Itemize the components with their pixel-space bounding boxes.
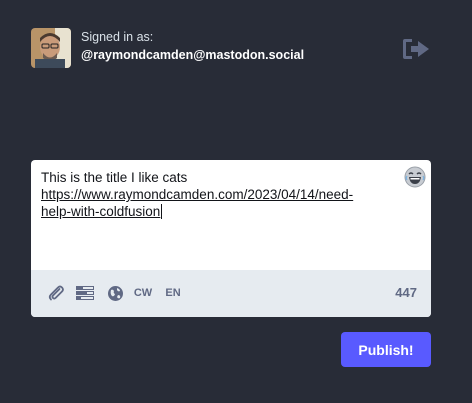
publish-button[interactable]: Publish!: [341, 332, 431, 367]
status-link-line-1[interactable]: https://www.raymondcamden.com/2023/04/14…: [41, 186, 383, 203]
laughing-emoji-icon[interactable]: [404, 166, 426, 188]
text-caret: [161, 204, 163, 219]
compose-toolbar: CW EN 447: [31, 270, 431, 317]
cw-label: CW: [133, 287, 153, 299]
status-link-line-2[interactable]: help-with-coldfusion: [41, 204, 160, 219]
sign-out-icon[interactable]: [401, 36, 431, 62]
language-label: EN: [165, 287, 181, 299]
status-text-line: This is the title I like cats: [41, 170, 188, 185]
globe-icon[interactable]: [105, 283, 125, 303]
signed-in-username: @raymondcamden@mastodon.social: [81, 48, 305, 62]
compose-box: This is the title I like cats https://ww…: [31, 160, 431, 317]
character-counter: 447: [395, 285, 417, 300]
content-warning-button[interactable]: CW: [133, 283, 153, 303]
account-header: Signed in as: @raymondcamden@mastodon.so…: [31, 28, 441, 70]
language-button[interactable]: EN: [163, 283, 183, 303]
app-root: Signed in as: @raymondcamden@mastodon.so…: [0, 0, 472, 403]
signed-in-label: Signed in as:: [81, 30, 154, 44]
paperclip-icon[interactable]: [46, 283, 66, 303]
poll-icon[interactable]: [74, 283, 96, 303]
avatar: [31, 28, 71, 68]
status-textarea[interactable]: This is the title I like cats https://ww…: [31, 160, 431, 270]
